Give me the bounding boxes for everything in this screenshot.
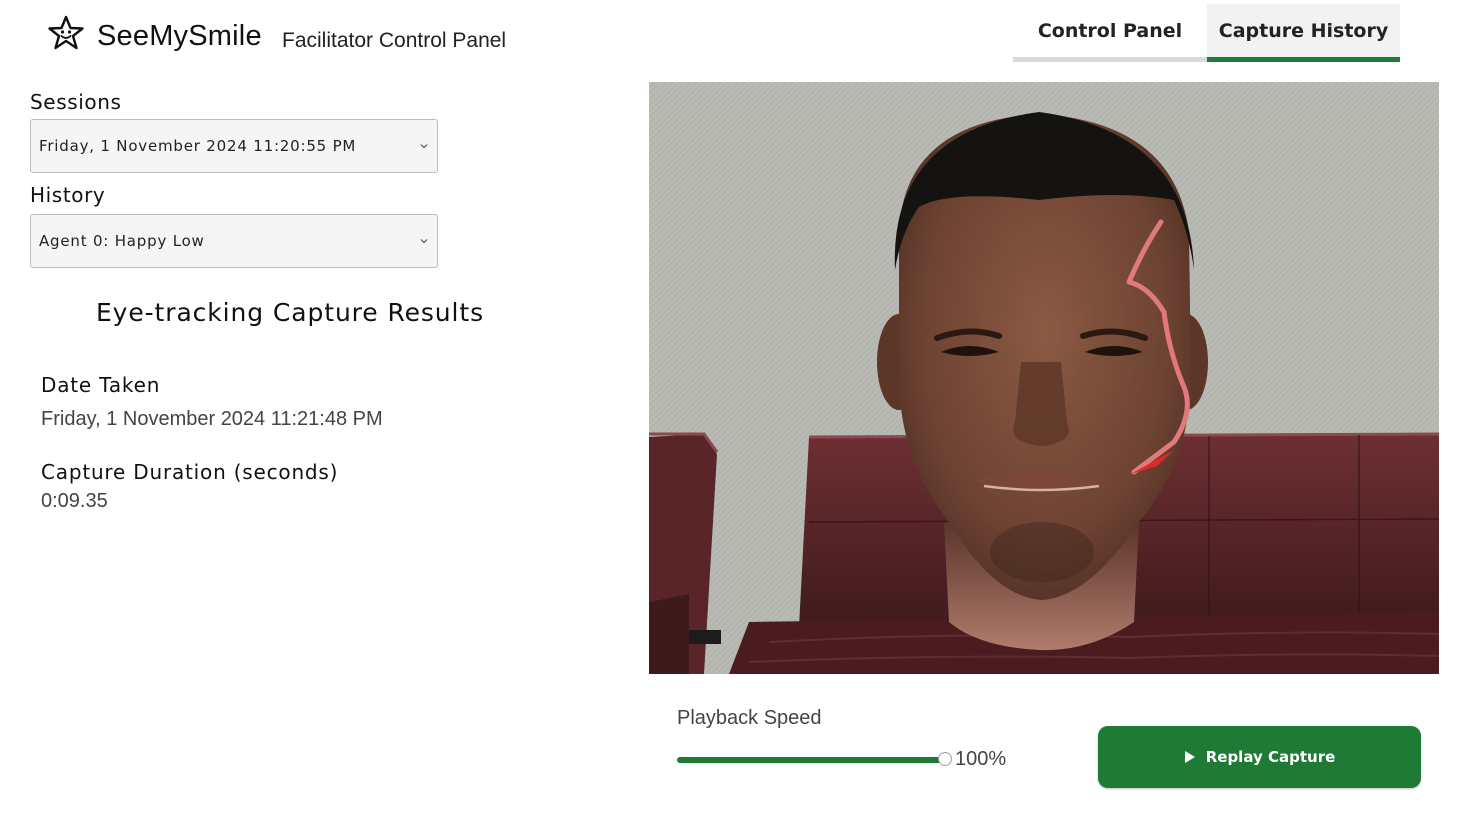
results-title: Eye-tracking Capture Results	[95, 298, 485, 327]
slider-fill	[677, 757, 945, 763]
play-icon	[1184, 751, 1195, 763]
capture-duration-value: 0:09.35	[41, 490, 108, 512]
history-label: History	[30, 183, 106, 207]
capture-duration-label: Capture Duration (seconds)	[41, 460, 339, 484]
date-taken-value: Friday, 1 November 2024 11:21:48 PM	[41, 408, 383, 430]
date-taken-label: Date Taken	[41, 373, 161, 397]
playback-speed-slider[interactable]	[677, 751, 952, 769]
star-smile-icon	[48, 15, 84, 50]
replay-capture-button[interactable]: Replay Capture	[1098, 726, 1421, 788]
chevron-down-icon	[420, 144, 428, 149]
sessions-select-value: Friday, 1 November 2024 11:20:55 PM	[39, 137, 357, 155]
playback-speed-value: 100%	[955, 748, 1007, 770]
avatar-scene	[649, 82, 1439, 674]
history-select[interactable]: Agent 0: Happy Low	[30, 214, 438, 268]
sessions-label: Sessions	[30, 90, 122, 114]
replay-capture-label: Replay Capture	[1205, 748, 1336, 766]
playback-speed-label: Playback Speed	[677, 707, 822, 729]
slider-thumb[interactable]	[938, 752, 952, 766]
chevron-down-icon	[420, 239, 428, 244]
sessions-select[interactable]: Friday, 1 November 2024 11:20:55 PM	[30, 119, 438, 173]
capture-viewport	[649, 82, 1439, 674]
tab-bar: Control Panel Capture History	[1013, 4, 1400, 62]
tab-capture-history[interactable]: Capture History	[1207, 4, 1400, 62]
app-subtitle: Facilitator Control Panel	[282, 29, 507, 52]
app-brand: SeeMySmile	[97, 20, 262, 52]
history-select-value: Agent 0: Happy Low	[39, 232, 205, 250]
tab-control-panel[interactable]: Control Panel	[1013, 4, 1207, 62]
